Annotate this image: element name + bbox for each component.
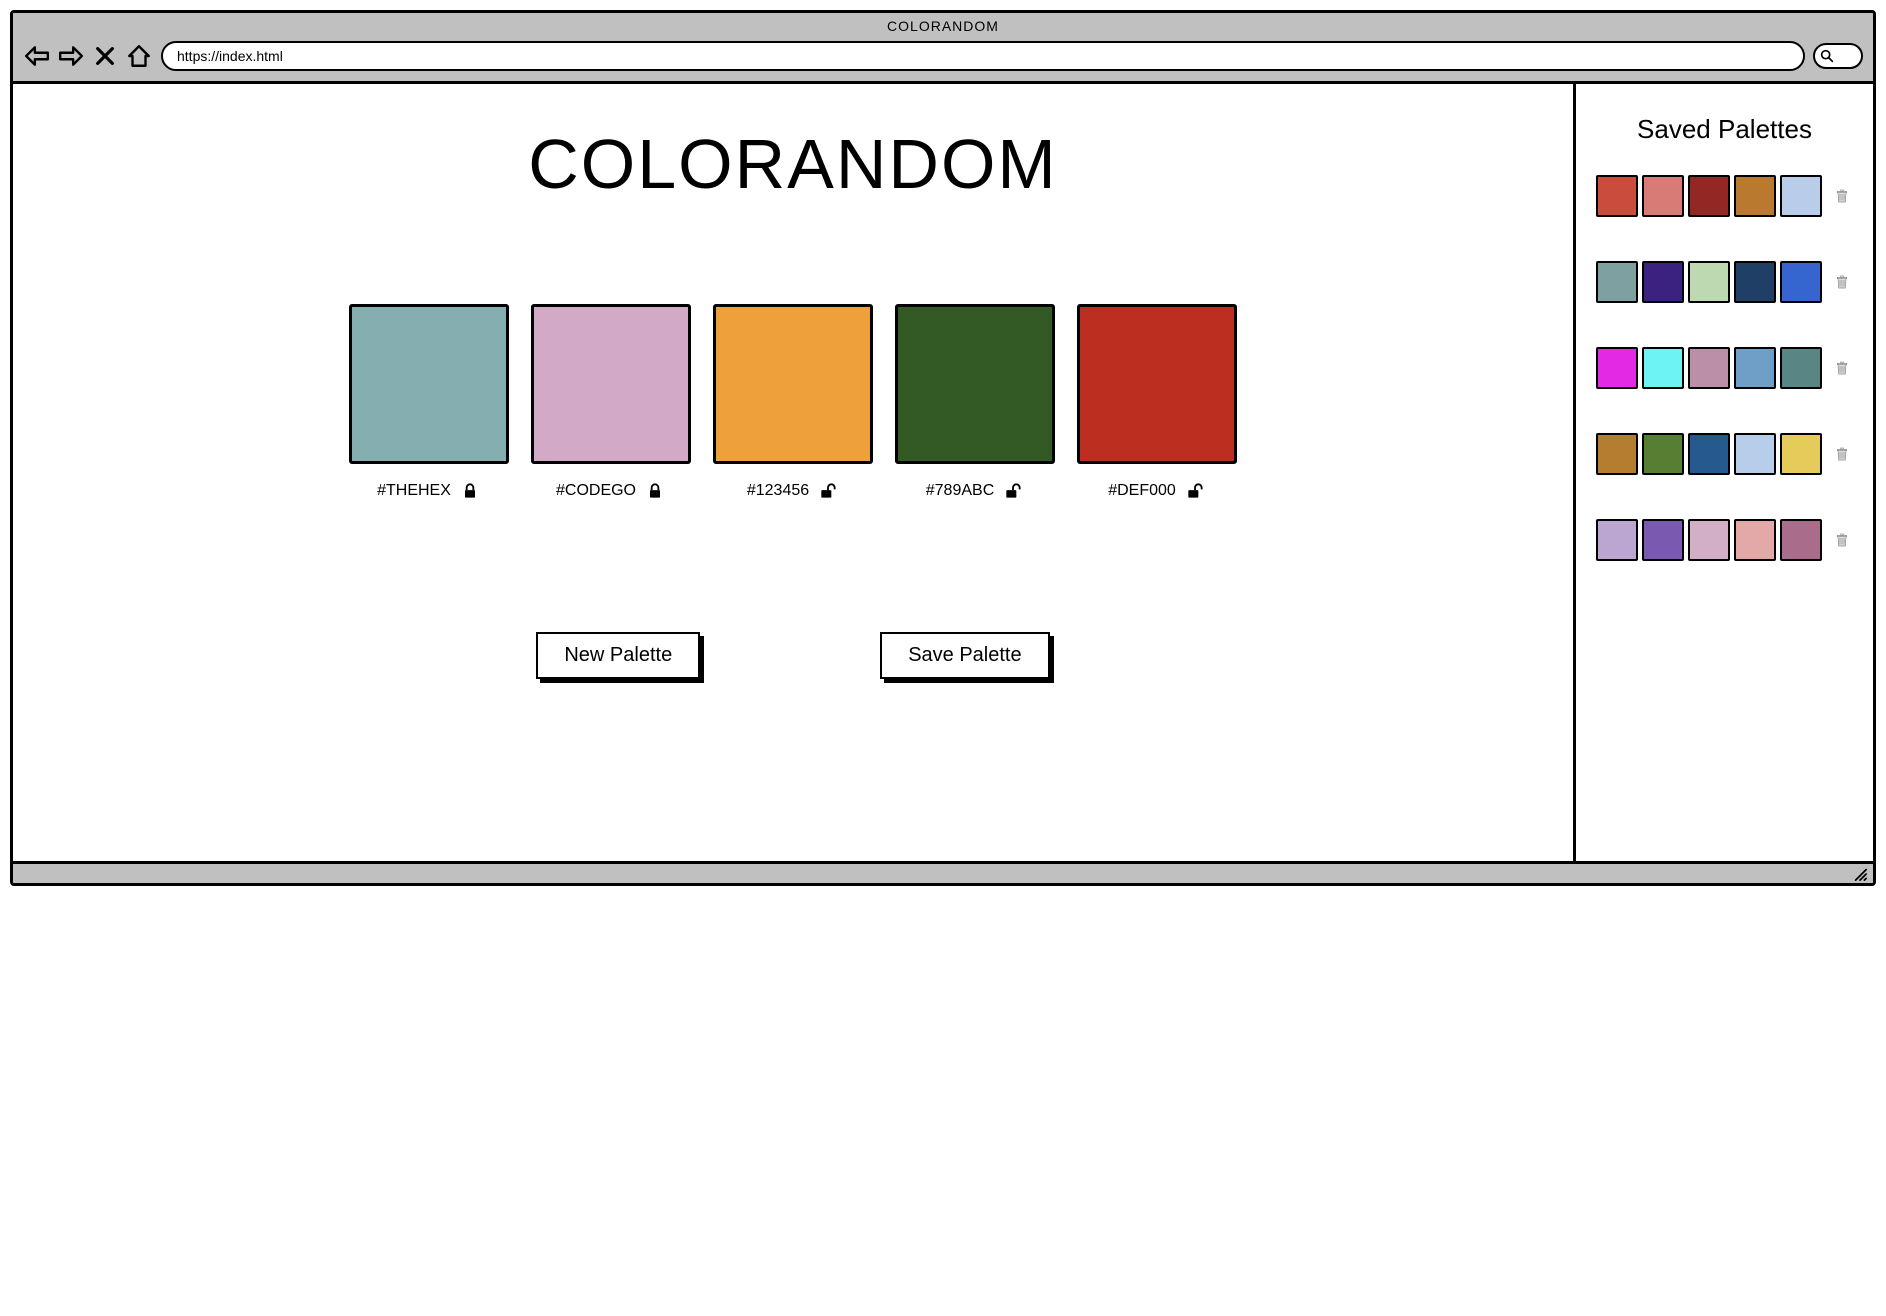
swatch-column: #123456 <box>709 304 877 502</box>
lock-closed-icon[interactable] <box>459 480 481 502</box>
mini-swatch[interactable] <box>1596 175 1638 217</box>
color-swatch[interactable] <box>349 304 509 464</box>
mini-swatch[interactable] <box>1596 347 1638 389</box>
mini-swatch[interactable] <box>1642 175 1684 217</box>
hex-label: #THEHEX <box>377 482 451 500</box>
hex-label: #DEF000 <box>1108 482 1176 500</box>
color-swatch[interactable] <box>1077 304 1237 464</box>
swatch-label-row: #123456 <box>747 480 839 502</box>
saved-palette-row <box>1596 175 1853 217</box>
color-swatch[interactable] <box>531 304 691 464</box>
lock-open-icon[interactable] <box>817 480 839 502</box>
mini-swatch[interactable] <box>1734 261 1776 303</box>
content-wrapper: COLORANDOM #THEHEX#CODEGO#123456#789ABC#… <box>13 81 1873 861</box>
swatch-column: #THEHEX <box>345 304 513 502</box>
search-button[interactable] <box>1813 43 1863 69</box>
current-palette: #THEHEX #CODEGO #123456 #789ABC #DEF000 <box>345 304 1241 502</box>
lock-open-icon[interactable] <box>1184 480 1206 502</box>
stop-icon[interactable] <box>91 42 119 70</box>
trash-icon[interactable] <box>1832 184 1852 208</box>
color-swatch[interactable] <box>713 304 873 464</box>
new-palette-button[interactable]: New Palette <box>536 632 700 679</box>
swatch-column: #789ABC <box>891 304 1059 502</box>
mini-swatch[interactable] <box>1734 175 1776 217</box>
browser-chrome: COLORANDOM <box>13 13 1873 81</box>
mini-swatch[interactable] <box>1734 519 1776 561</box>
trash-icon[interactable] <box>1832 270 1852 294</box>
trash-icon[interactable] <box>1832 442 1852 466</box>
mini-swatch[interactable] <box>1734 433 1776 475</box>
browser-toolbar <box>13 37 1873 75</box>
mini-swatch[interactable] <box>1780 261 1822 303</box>
saved-palette-row <box>1596 519 1853 561</box>
mini-swatch[interactable] <box>1780 519 1822 561</box>
mini-swatch[interactable] <box>1688 261 1730 303</box>
hex-label: #789ABC <box>926 482 995 500</box>
swatch-label-row: #CODEGO <box>556 480 666 502</box>
lock-open-icon[interactable] <box>1002 480 1024 502</box>
trash-icon[interactable] <box>1832 356 1852 380</box>
page-title: COLORANDOM <box>528 124 1057 204</box>
sidebar: Saved Palettes <box>1573 84 1873 861</box>
home-icon[interactable] <box>125 42 153 70</box>
mini-swatch[interactable] <box>1596 519 1638 561</box>
save-palette-button[interactable]: Save Palette <box>880 632 1049 679</box>
action-buttons: New Palette Save Palette <box>536 632 1049 679</box>
mini-swatch[interactable] <box>1596 433 1638 475</box>
saved-palette-row <box>1596 433 1853 475</box>
back-icon[interactable] <box>23 42 51 70</box>
swatch-label-row: #DEF000 <box>1108 480 1206 502</box>
mini-swatch[interactable] <box>1780 347 1822 389</box>
lock-closed-icon[interactable] <box>644 480 666 502</box>
mini-swatch[interactable] <box>1688 175 1730 217</box>
mini-swatch[interactable] <box>1642 347 1684 389</box>
mini-swatch[interactable] <box>1688 433 1730 475</box>
mini-swatch[interactable] <box>1780 175 1822 217</box>
mini-swatch[interactable] <box>1734 347 1776 389</box>
hex-label: #123456 <box>747 482 809 500</box>
trash-icon[interactable] <box>1832 528 1852 552</box>
forward-icon[interactable] <box>57 42 85 70</box>
mini-swatch[interactable] <box>1642 519 1684 561</box>
mini-swatch[interactable] <box>1596 261 1638 303</box>
mini-swatch[interactable] <box>1780 433 1822 475</box>
main-area: COLORANDOM #THEHEX#CODEGO#123456#789ABC#… <box>13 84 1573 861</box>
swatch-column: #DEF000 <box>1073 304 1241 502</box>
swatch-label-row: #789ABC <box>926 480 1025 502</box>
hex-label: #CODEGO <box>556 482 636 500</box>
swatch-label-row: #THEHEX <box>377 480 481 502</box>
saved-palette-row <box>1596 347 1853 389</box>
mini-swatch[interactable] <box>1688 347 1730 389</box>
saved-palette-row <box>1596 261 1853 303</box>
resize-handle-icon[interactable] <box>1853 867 1867 881</box>
browser-frame: COLORANDOM C <box>10 10 1876 886</box>
window-title: COLORANDOM <box>13 15 1873 37</box>
mini-swatch[interactable] <box>1642 261 1684 303</box>
mini-swatch[interactable] <box>1688 519 1730 561</box>
nav-icons <box>23 42 153 70</box>
mini-swatch[interactable] <box>1642 433 1684 475</box>
saved-palettes-list <box>1596 175 1853 561</box>
sidebar-title: Saved Palettes <box>1596 114 1853 145</box>
url-input[interactable] <box>161 41 1805 71</box>
status-bar <box>13 861 1873 883</box>
color-swatch[interactable] <box>895 304 1055 464</box>
swatch-column: #CODEGO <box>527 304 695 502</box>
